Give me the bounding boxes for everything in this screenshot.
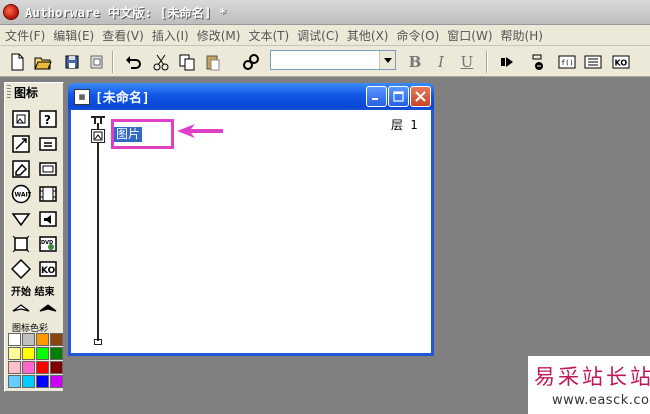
start-flag-icon[interactable] [10, 296, 32, 318]
import-icon[interactable] [86, 51, 108, 73]
new-file-icon[interactable] [6, 51, 28, 73]
app-title: Authorware 中文版: [未命名] * [25, 5, 227, 20]
navigate-icon[interactable] [10, 208, 32, 230]
maximize-button[interactable] [388, 86, 409, 107]
menu-modify[interactable]: 修改(M) [196, 27, 248, 44]
color-swatch[interactable] [50, 361, 63, 374]
icon-palette: 图标 ? WAIT DVD KO 开始 结束 图标色彩 [4, 82, 64, 392]
svg-text:?: ? [44, 113, 51, 127]
color-swatch[interactable] [36, 361, 49, 374]
color-swatch[interactable] [22, 361, 35, 374]
design-window-icon: ▦ [74, 88, 90, 105]
palette-title: 图标 [14, 85, 39, 100]
menu-file[interactable]: 文件(F) [4, 27, 52, 44]
minimize-button[interactable] [366, 86, 387, 107]
color-swatch[interactable] [8, 375, 21, 388]
watermark: 易采站长站 www.easck.com [528, 356, 650, 414]
control-panel-icon[interactable] [528, 51, 550, 73]
close-button[interactable] [410, 86, 431, 107]
framework-icon[interactable] [10, 233, 32, 255]
color-swatch[interactable] [50, 333, 63, 346]
menu-help[interactable]: 帮助(H) [500, 27, 550, 44]
menu-text[interactable]: 文本(T) [247, 27, 296, 44]
erase-icon[interactable] [10, 158, 32, 180]
save-all-icon[interactable] [62, 51, 84, 73]
svg-text:KO: KO [41, 266, 56, 276]
display-icon[interactable] [91, 129, 105, 143]
highlight-box [111, 119, 174, 149]
underline-button[interactable]: U [456, 51, 478, 73]
find-icon[interactable] [240, 51, 262, 73]
color-swatch[interactable] [22, 375, 35, 388]
menu-command[interactable]: 命令(O) [395, 27, 446, 44]
watermark-url: www.easck.com [552, 393, 650, 408]
interaction-icon[interactable] [10, 258, 32, 280]
color-swatch[interactable] [22, 333, 35, 346]
sound-icon[interactable] [37, 208, 59, 230]
svg-text:KO: KO [615, 59, 628, 68]
flowline [97, 123, 99, 341]
color-swatch[interactable] [36, 375, 49, 388]
undo-icon[interactable] [122, 51, 144, 73]
paste-icon[interactable] [202, 51, 224, 73]
close-icon [415, 91, 426, 102]
color-swatch[interactable] [50, 347, 63, 360]
digital-movie-icon[interactable] [37, 183, 59, 205]
color-swatch[interactable] [8, 347, 21, 360]
menu-other[interactable]: 其他(X) [346, 27, 396, 44]
svg-text:f(): f() [561, 59, 574, 67]
menu-view[interactable]: 查看(V) [101, 27, 151, 44]
motion-icon[interactable] [10, 133, 32, 155]
font-select[interactable] [270, 50, 396, 70]
menu-window[interactable]: 窗口(W) [446, 27, 499, 44]
color-swatch[interactable] [36, 347, 49, 360]
design-window-title: [未命名] [95, 91, 150, 106]
knowledge-object-icon[interactable]: KO [37, 258, 59, 280]
italic-button[interactable]: I [430, 51, 452, 73]
wait-icon[interactable]: WAIT [10, 183, 32, 205]
copy-icon[interactable] [176, 51, 198, 73]
color-swatch[interactable] [8, 361, 21, 374]
svg-text:WAIT: WAIT [15, 192, 32, 199]
flowline-end-marker [94, 339, 102, 345]
palette-header[interactable]: 图标 [5, 83, 63, 101]
menu-debug[interactable]: 调试(C) [296, 27, 346, 44]
color-swatch[interactable] [50, 375, 63, 388]
maximize-icon [393, 91, 404, 102]
map-icon[interactable] [37, 158, 59, 180]
dropdown-arrow-icon[interactable] [379, 51, 395, 69]
color-swatches [8, 333, 63, 388]
display-icon[interactable] [10, 108, 32, 130]
menu-bar: 文件(F) 编辑(E) 查看(V) 插入(I) 修改(M) 文本(T) 调试(C… [0, 25, 650, 46]
grip-icon[interactable] [7, 85, 11, 99]
design-window: ▦ [未命名] 图片 层 1 [68, 83, 434, 356]
callout-arrow-icon [177, 124, 223, 138]
bold-button[interactable]: B [404, 51, 426, 73]
color-swatch[interactable] [22, 347, 35, 360]
layer-indicator: 层 1 [391, 118, 418, 132]
watermark-brand: 易采站长站 [534, 365, 650, 389]
color-swatch[interactable] [8, 333, 21, 346]
decision-icon[interactable]: ? [37, 108, 59, 130]
cut-icon[interactable] [150, 51, 172, 73]
knowledge-objects-icon[interactable]: KO [610, 51, 632, 73]
menu-edit[interactable]: 编辑(E) [52, 27, 101, 44]
open-folder-icon[interactable] [32, 51, 54, 73]
app-title-bar[interactable]: Authorware 中文版: [未命名] * [0, 0, 650, 25]
design-window-title-bar[interactable]: ▦ [未命名] [68, 83, 434, 110]
functions-icon[interactable]: f() [556, 51, 578, 73]
menu-insert[interactable]: 插入(I) [151, 27, 196, 44]
run-icon[interactable] [496, 51, 518, 73]
variables-icon[interactable] [582, 51, 604, 73]
minimize-icon [372, 98, 378, 100]
stop-flag-icon[interactable] [37, 296, 59, 318]
video-icon[interactable]: DVD [37, 233, 59, 255]
flowline-canvas[interactable]: 图片 层 1 [71, 110, 431, 353]
authorware-logo-icon[interactable] [3, 4, 19, 20]
calculation-icon[interactable] [37, 133, 59, 155]
color-swatch[interactable] [36, 333, 49, 346]
